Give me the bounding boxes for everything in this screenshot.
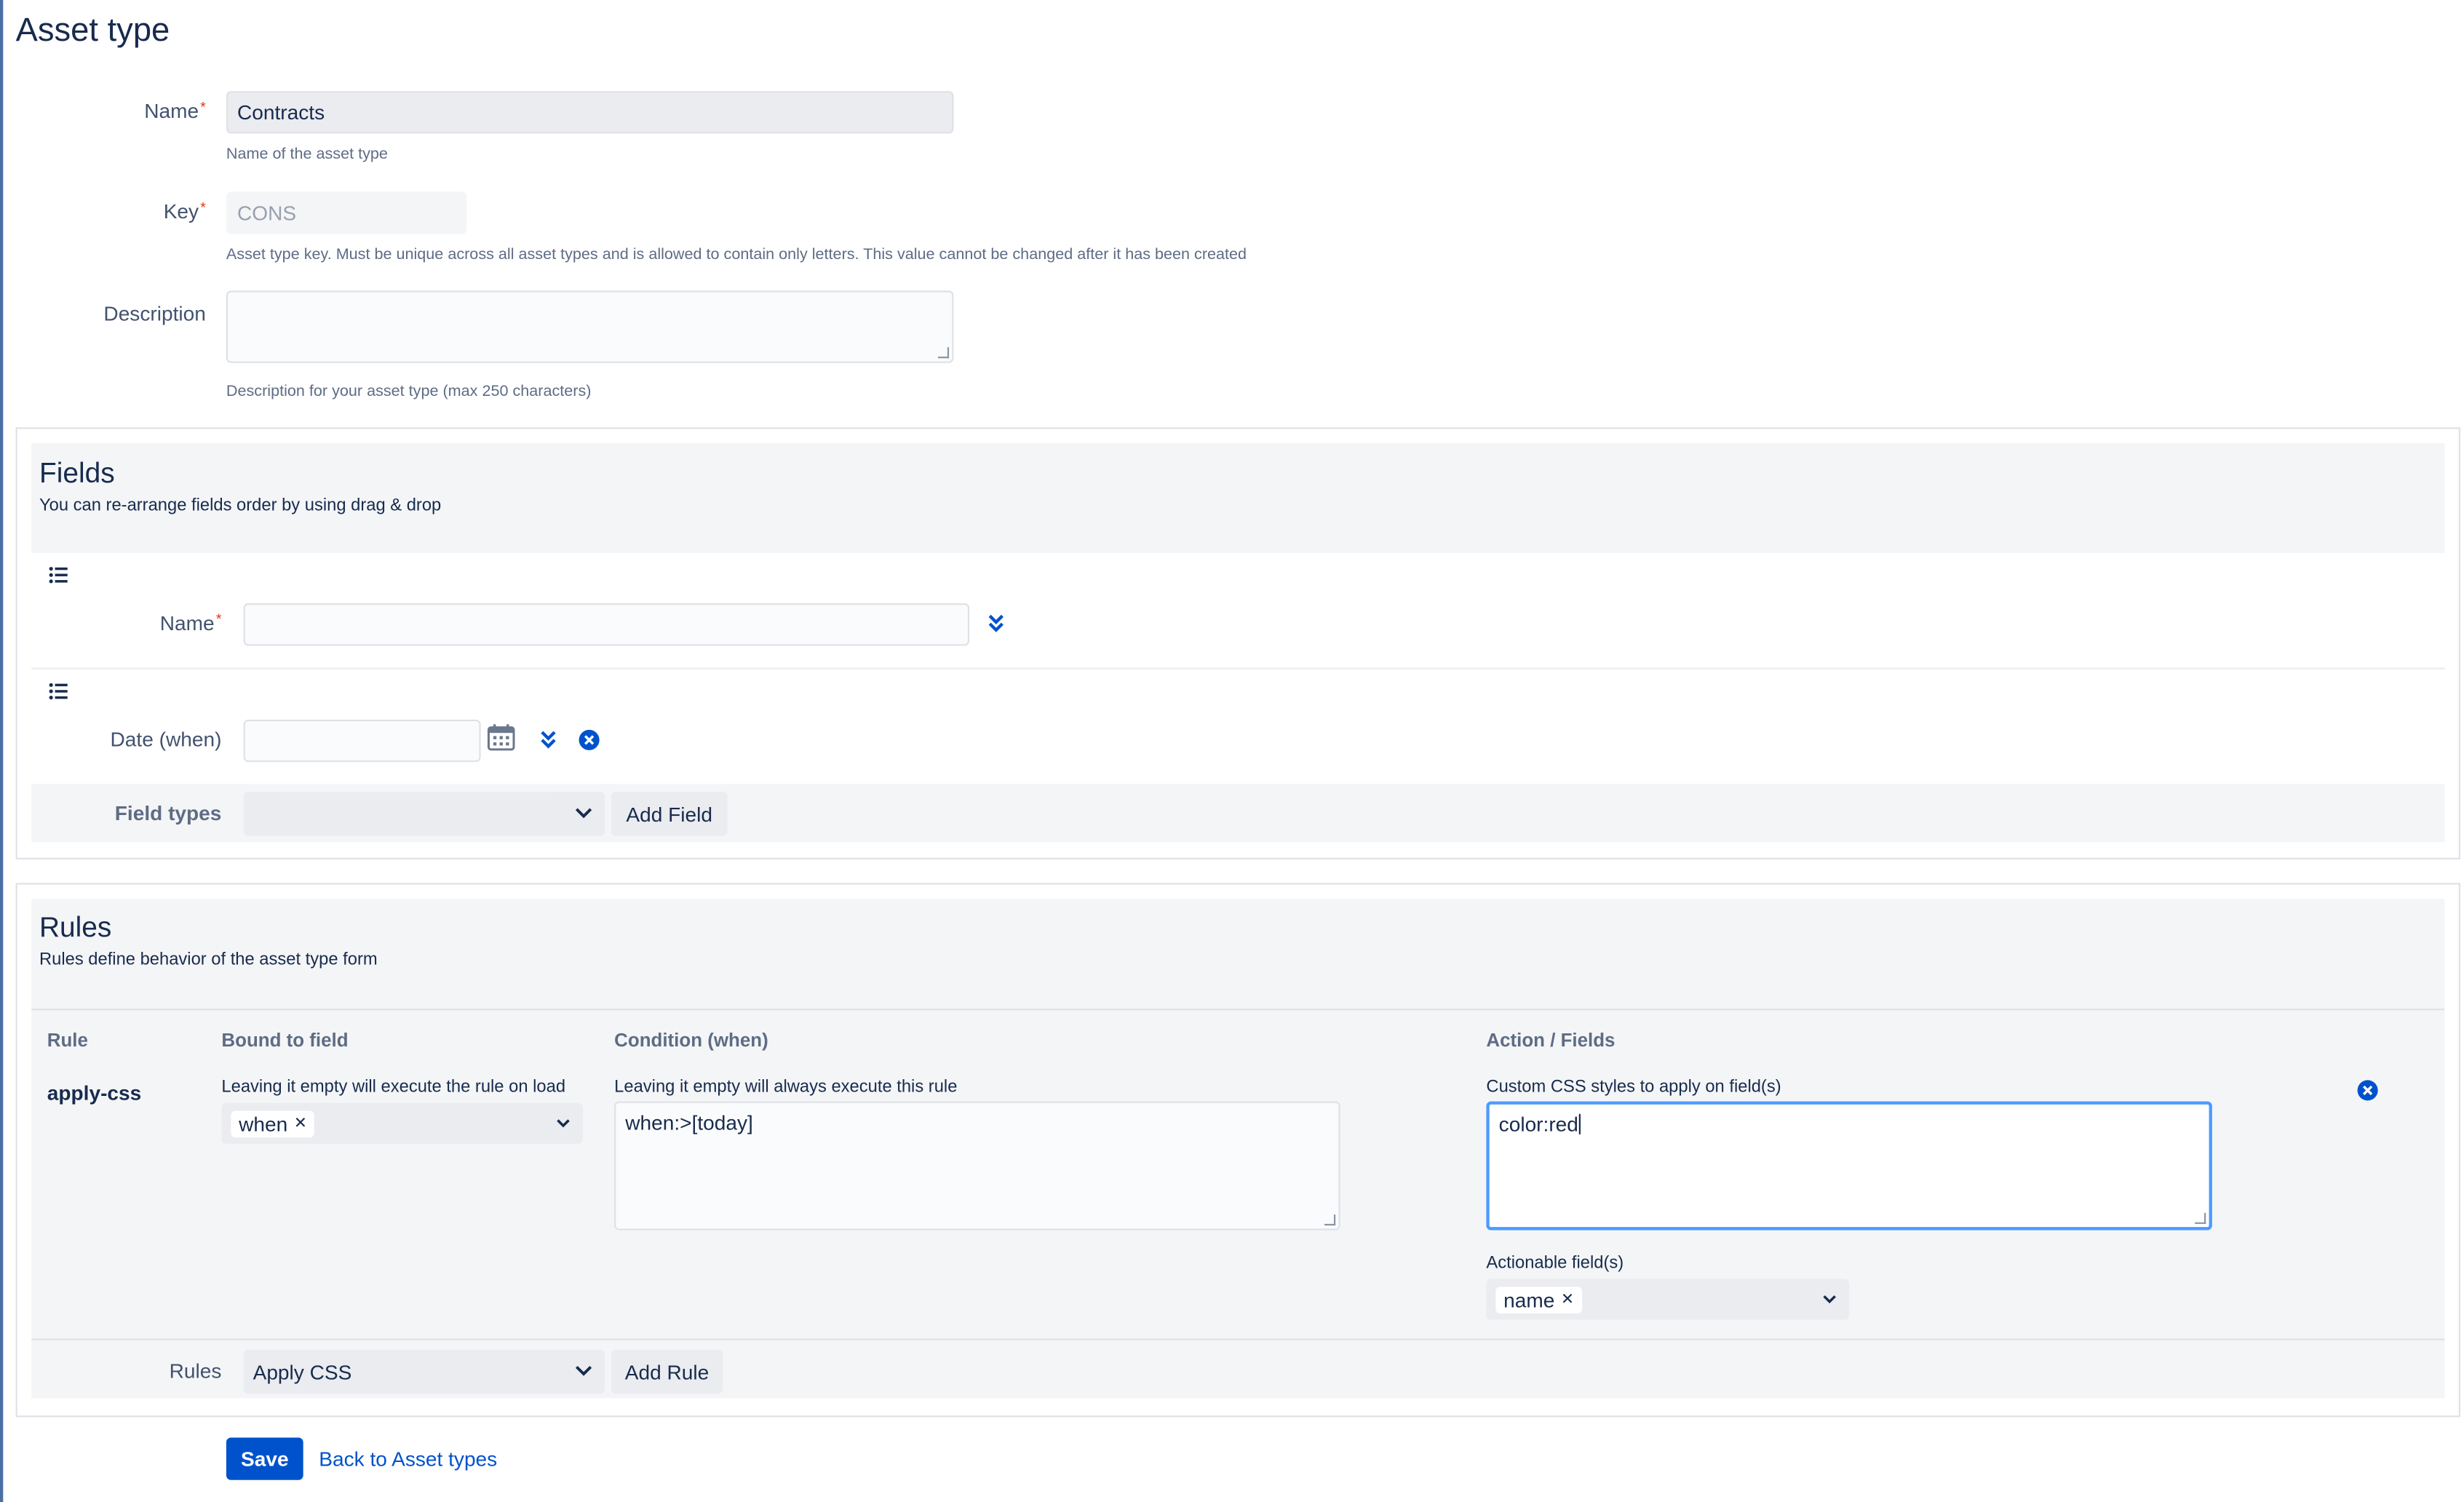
name-input[interactable]: Contracts [226,91,954,134]
add-field-button[interactable]: Add Field [611,792,728,836]
remove-field-icon[interactable] [579,729,600,759]
field-name-input[interactable] [243,603,970,646]
drag-handle-icon[interactable] [49,564,68,592]
description-textarea[interactable] [226,290,954,363]
description-label: Description [103,301,206,325]
chevron-down-icon [1822,1290,1836,1309]
remove-rule-icon[interactable] [2357,1079,2379,1109]
col-action-fields: Action / Fields [1486,1029,1615,1052]
chevron-down-icon [575,1362,592,1381]
field-types-label: Field types [114,801,222,825]
rule-name: apply-css [47,1081,142,1105]
field-divider [31,667,2445,669]
field-date-input[interactable] [243,719,481,763]
rules-title: Rules [39,911,112,943]
rules-type-label: Rules [169,1359,222,1383]
key-help: Asset type key. Must be unique across al… [226,246,1247,264]
rules-divider [31,1009,2445,1011]
action-help: Custom CSS styles to apply on field(s) [1486,1078,1781,1097]
col-bound-to-field: Bound to field [221,1029,349,1052]
page-title: Asset type [15,12,170,49]
key-input: CONS [226,191,467,234]
bound-field-select[interactable]: when ✕ [221,1102,583,1144]
col-rule: Rule [47,1029,88,1052]
window-left-border [0,0,4,1502]
bound-help: Leaving it empty will execute the rule o… [221,1078,566,1097]
rules-footer-divider [31,1338,2445,1340]
name-help: Name of the asset type [226,146,388,164]
chevron-down-icon [575,804,592,823]
fields-subtitle: You can re-arrange fields order by using… [39,496,442,516]
text-cursor [1578,1113,1581,1135]
field-date-label: Date (when) [110,727,222,752]
condition-help: Leaving it empty will always execute thi… [614,1078,958,1097]
rules-type-select[interactable]: Apply CSS [243,1349,605,1394]
calendar-icon[interactable] [487,723,515,759]
actionable-fields-select[interactable]: name ✕ [1486,1279,1850,1320]
expand-chevron-icon[interactable] [987,613,1006,643]
remove-tag-icon[interactable]: ✕ [294,1115,307,1132]
col-condition: Condition (when) [614,1029,768,1052]
back-to-asset-types-link[interactable]: Back to Asset types [319,1447,497,1470]
key-label: Key * [163,199,206,223]
field-name-label: Name * [159,611,222,635]
remove-tag-icon[interactable]: ✕ [1561,1291,1574,1308]
chevron-down-icon [556,1114,570,1133]
actionable-label: Actionable field(s) [1486,1253,1624,1273]
action-css-textarea[interactable]: color:red [1486,1101,2212,1231]
rules-subtitle: Rules define behavior of the asset type … [39,950,378,970]
add-rule-button[interactable]: Add Rule [611,1349,723,1394]
drag-handle-icon[interactable] [49,680,68,709]
save-button[interactable]: Save [226,1437,303,1480]
actionable-field-tag: name ✕ [1495,1286,1582,1313]
description-help: Description for your asset type (max 250… [226,383,592,401]
bound-field-tag: when ✕ [231,1110,315,1137]
name-label: Name * [144,99,206,123]
field-types-select[interactable] [243,792,605,836]
expand-chevron-icon[interactable] [539,729,558,759]
fields-title: Fields [39,457,115,489]
condition-textarea[interactable]: when:>[today] [614,1101,1340,1231]
